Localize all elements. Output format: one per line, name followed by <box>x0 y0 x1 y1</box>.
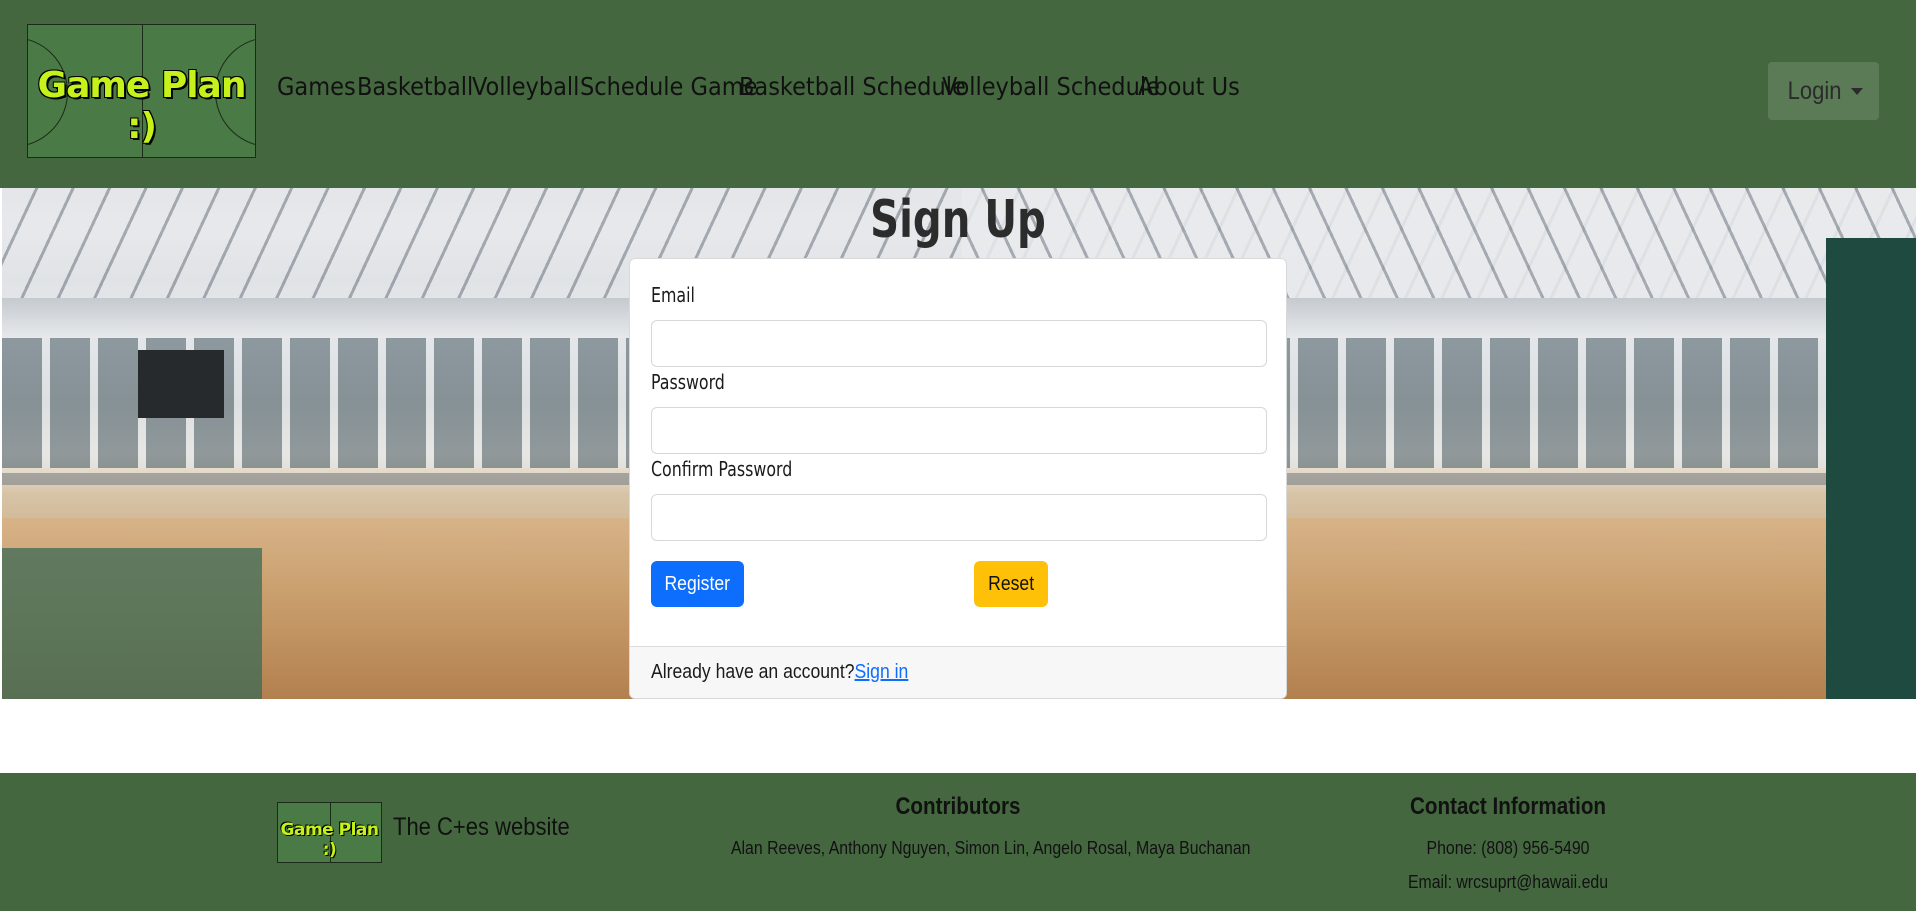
card-footer: Already have an account?Sign in <box>630 646 1286 698</box>
register-button[interactable]: Register <box>651 561 744 607</box>
login-dropdown-button[interactable]: Login <box>1768 62 1879 120</box>
email-input[interactable] <box>651 320 1267 367</box>
nav-link-basketball[interactable]: Basketball <box>357 72 473 101</box>
contact-heading: Contact Information <box>1409 793 1607 820</box>
hero-scoreboard <box>138 350 224 418</box>
footer-contributors: Contributors Alan Reeves, Anthony Nguyen… <box>700 793 1251 865</box>
signup-card: Email Password Confirm Password Register… <box>629 258 1287 699</box>
already-have-account-text: Already have an account? <box>651 661 855 683</box>
contact-phone: Phone: (808) 956-5490 <box>1426 838 1590 858</box>
register-label: Register <box>664 572 731 595</box>
confirm-password-label: Confirm Password <box>651 457 793 481</box>
password-input[interactable] <box>651 407 1267 454</box>
page-title: Sign Up <box>870 190 1046 250</box>
reset-label: Reset <box>988 572 1034 595</box>
nav-links: Games Basketball Volleyball Schedule Gam… <box>277 72 1240 101</box>
nav-link-volleyball[interactable]: Volleyball <box>472 72 579 101</box>
site-logo[interactable]: Game Plan :) <box>27 24 256 158</box>
email-label: Email <box>651 283 695 307</box>
password-label: Password <box>651 370 725 394</box>
nav-link-basketball-schedule[interactable]: Basketball Schedule <box>739 72 966 101</box>
login-label: Login <box>1787 76 1842 105</box>
footer-contact: Contact Information Phone: (808) 956-549… <box>1358 793 1658 899</box>
contributors-heading: Contributors <box>895 793 1021 820</box>
logo-text: Game Plan :) <box>37 65 247 147</box>
footer: Game Plan :) The C+es website Contributo… <box>0 773 1916 911</box>
reset-button[interactable]: Reset <box>974 561 1048 607</box>
nav-link-schedule-game[interactable]: Schedule Game <box>580 72 758 101</box>
footer-logo: Game Plan :) <box>277 802 382 863</box>
contributors-list: Alan Reeves, Anthony Nguyen, Simon Lin, … <box>730 838 1251 858</box>
nav-link-volleyball-schedule[interactable]: Volleyball Schedule <box>942 72 1160 101</box>
nav-link-games[interactable]: Games <box>277 72 356 101</box>
footer-tagline: The C+es website <box>393 813 570 841</box>
hero-wall-right <box>1826 238 1916 699</box>
sign-in-link[interactable]: Sign in <box>855 661 909 683</box>
navbar: Game Plan :) Games Basketball Volleyball… <box>0 0 1916 188</box>
chevron-down-icon <box>1851 87 1864 95</box>
confirm-password-input[interactable] <box>651 494 1267 541</box>
footer-logo-text: Game Plan :) <box>280 820 379 860</box>
contact-email: Email: wrcsuprt@hawaii.edu <box>1407 872 1609 892</box>
hero-court-paint <box>2 548 262 699</box>
nav-link-about-us[interactable]: About Us <box>1138 72 1240 101</box>
